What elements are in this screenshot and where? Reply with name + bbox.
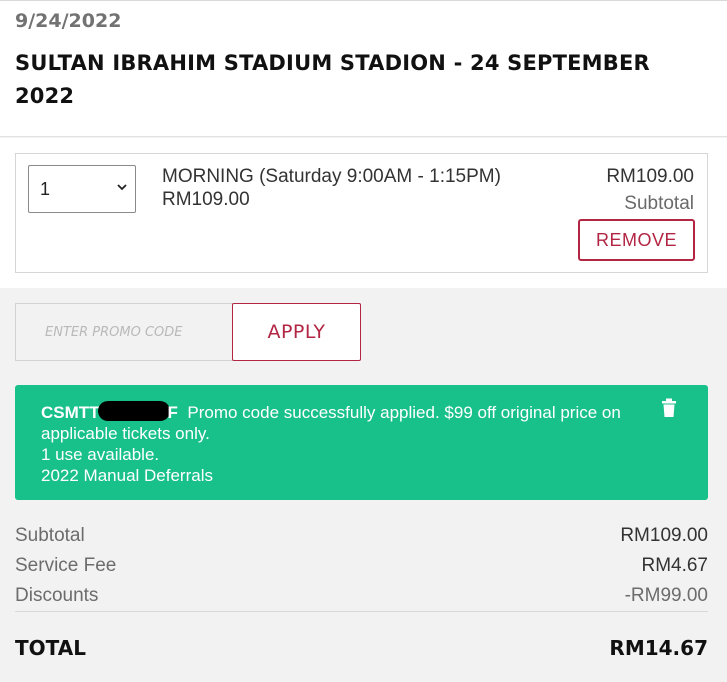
promo-code-suffix: F [167, 403, 178, 422]
service-fee-label: Service Fee [15, 555, 117, 576]
redaction-mark [97, 401, 170, 421]
promo-code-prefix: CSMTT [41, 403, 100, 422]
quantity-value: 1 [40, 179, 51, 199]
total-value: RM14.67 [609, 636, 708, 660]
event-header: 9/24/2022 SULTAN IBRAHIM STADIUM STADION… [0, 1, 727, 137]
chevron-down-icon [117, 184, 127, 191]
session-unit-price: RM109.00 [162, 189, 250, 210]
cart-panel: 9/24/2022 SULTAN IBRAHIM STADIUM STADION… [0, 0, 727, 682]
promo-message-cont: applicable tickets only. [41, 424, 210, 443]
subtotal-value: RM109.00 [620, 525, 708, 546]
service-fee-value: RM4.67 [641, 555, 708, 576]
promo-success-banner: CSMTT F Promo code successfully applied. … [15, 385, 708, 500]
summary-discount-row: Discounts -RM99.00 [15, 581, 708, 611]
summary-subtotal-row: Subtotal RM109.00 [15, 521, 708, 551]
event-date: 9/24/2022 [15, 10, 122, 32]
session-name: MORNING (Saturday 9:00AM - 1:15PM) [162, 166, 501, 187]
quantity-select[interactable]: 1 [28, 165, 136, 213]
discounts-label: Discounts [15, 585, 99, 606]
ticket-section: 1 MORNING (Saturday 9:00AM - 1:15PM) RM1… [0, 138, 727, 288]
promo-code-input[interactable]: ENTER PROMO CODE [15, 303, 233, 361]
promo-message-line: CSMTT F Promo code successfully applied. … [41, 401, 682, 423]
line-total: RM109.00 [606, 166, 694, 187]
total-label: TOTAL [15, 636, 86, 660]
promo-uses: 1 use available. [41, 445, 160, 464]
apply-button[interactable]: APPLY [232, 303, 361, 361]
discounts-value: -RM99.00 [624, 585, 708, 606]
line-total-label: Subtotal [624, 193, 694, 214]
trash-icon[interactable] [661, 398, 677, 418]
remove-button[interactable]: REMOVE [578, 219, 695, 261]
promo-message: Promo code successfully applied. $99 off… [187, 403, 621, 422]
event-title: SULTAN IBRAHIM STADIUM STADION - 24 SEPT… [15, 51, 650, 108]
promo-note: 2022 Manual Deferrals [41, 466, 213, 485]
ticket-line-item: 1 MORNING (Saturday 9:00AM - 1:15PM) RM1… [15, 153, 708, 273]
subtotal-label: Subtotal [15, 525, 85, 546]
summary-divider [15, 611, 708, 612]
summary-fee-row: Service Fee RM4.67 [15, 551, 708, 581]
